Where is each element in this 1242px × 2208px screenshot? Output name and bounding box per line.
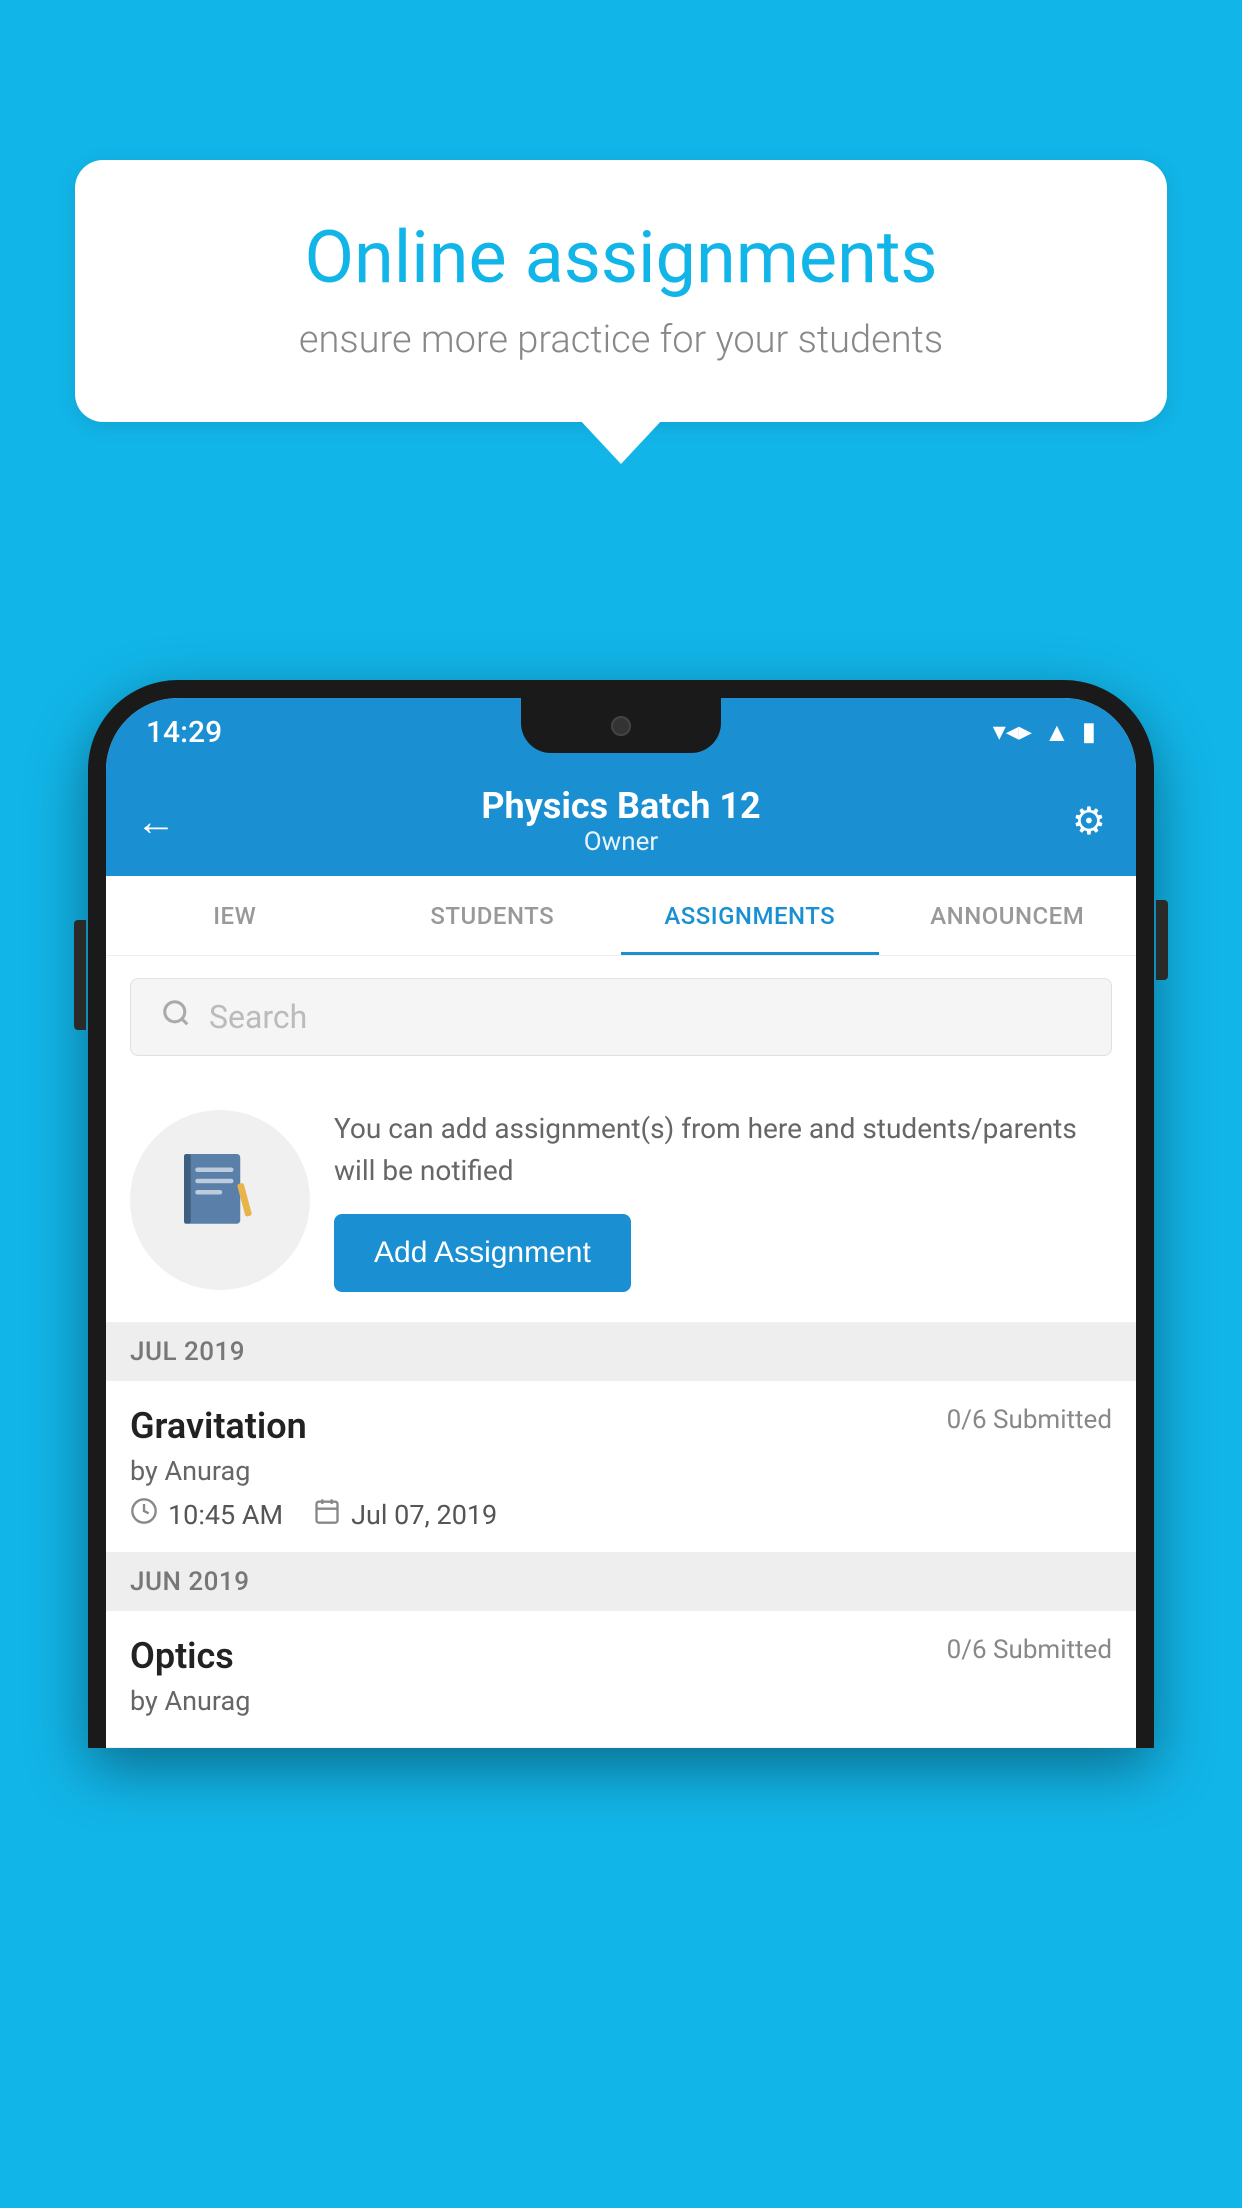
notch [521,698,721,753]
optics-row-top: Optics 0/6 Submitted [130,1635,1112,1677]
gravitation-time: 10:45 AM [168,1499,283,1531]
calendar-icon [313,1497,341,1532]
search-placeholder: Search [209,998,307,1036]
gravitation-submitted: 0/6 Submitted [947,1405,1112,1435]
add-section-right: You can add assignment(s) from here and … [334,1108,1112,1292]
assignment-item-optics[interactable]: Optics 0/6 Submitted by Anurag [106,1611,1136,1748]
gravitation-time-meta: 10:45 AM [130,1497,283,1532]
add-assignment-section: You can add assignment(s) from here and … [106,1078,1136,1323]
section-month-jun: JUN 2019 [130,1567,249,1597]
app-bar-center: Physics Batch 12 Owner [481,785,760,857]
tab-announcements[interactable]: ANNOUNCEM [879,876,1137,955]
phone-wrapper: 14:29 ▾◂▸ ▲ ▮ ← Physics Batch 12 Owner ⚙ [88,680,1154,2208]
section-header-jun: JUN 2019 [106,1553,1136,1611]
search-container: Search [106,956,1136,1078]
add-assignment-button[interactable]: Add Assignment [334,1214,631,1292]
tab-assignments[interactable]: ASSIGNMENTS [621,876,879,955]
phone-inner: 14:29 ▾◂▸ ▲ ▮ ← Physics Batch 12 Owner ⚙ [106,698,1136,1748]
tab-iew[interactable]: IEW [106,876,364,955]
battery-icon: ▮ [1082,717,1096,747]
tab-students[interactable]: STUDENTS [364,876,622,955]
gravitation-meta: 10:45 AM Jul 07, 201 [130,1497,1112,1532]
optics-title: Optics [130,1635,234,1677]
optics-author: by Anurag [130,1685,1112,1717]
bubble-subtitle: ensure more practice for your students [145,318,1097,362]
camera-dot [611,716,631,736]
section-header-jul: JUL 2019 [106,1323,1136,1381]
gravitation-date-meta: Jul 07, 2019 [313,1497,497,1532]
bubble-title: Online assignments [145,215,1097,300]
speech-bubble: Online assignments ensure more practice … [75,160,1167,422]
add-section-description: You can add assignment(s) from here and … [334,1108,1112,1192]
app-bar-title: Physics Batch 12 [481,785,760,827]
app-bar: ← Physics Batch 12 Owner ⚙ [106,766,1136,876]
app-bar-subtitle: Owner [481,827,760,857]
assignment-icon-circle [130,1110,310,1290]
gravitation-title: Gravitation [130,1405,307,1447]
back-button[interactable]: ← [136,798,196,845]
notebook-icon [175,1145,265,1255]
wifi-icon: ▾◂▸ [993,717,1032,747]
phone-outer: 14:29 ▾◂▸ ▲ ▮ ← Physics Batch 12 Owner ⚙ [88,680,1154,1748]
search-icon [161,997,191,1037]
assignment-item-gravitation[interactable]: Gravitation 0/6 Submitted by Anurag [106,1381,1136,1553]
search-bar[interactable]: Search [130,978,1112,1056]
gravitation-row-top: Gravitation 0/6 Submitted [130,1405,1112,1447]
status-time: 14:29 [146,715,222,750]
status-icons: ▾◂▸ ▲ ▮ [993,717,1096,748]
optics-submitted: 0/6 Submitted [947,1635,1112,1665]
tabs-bar: IEW STUDENTS ASSIGNMENTS ANNOUNCEM [106,876,1136,956]
settings-button[interactable]: ⚙ [1072,799,1106,844]
status-bar: 14:29 ▾◂▸ ▲ ▮ [106,698,1136,766]
speech-bubble-container: Online assignments ensure more practice … [75,160,1167,422]
gravitation-date: Jul 07, 2019 [351,1499,497,1531]
content-area: Search [106,956,1136,1748]
gravitation-author: by Anurag [130,1455,1112,1487]
signal-icon: ▲ [1044,717,1070,748]
section-month-jul: JUL 2019 [130,1337,245,1367]
clock-icon [130,1497,158,1532]
